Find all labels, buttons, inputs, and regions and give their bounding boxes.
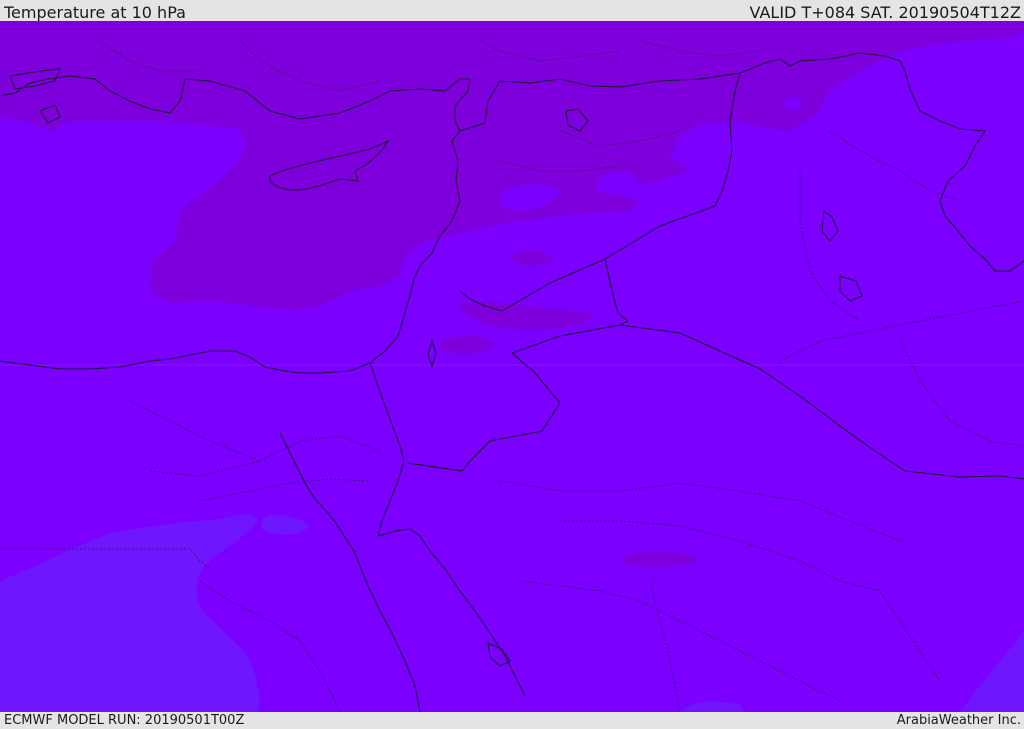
map-title: Temperature at 10 hPa xyxy=(4,3,186,22)
header-bar: Temperature at 10 hPa VALID T+084 SAT. 2… xyxy=(0,0,1024,21)
footer-bar: ECMWF MODEL RUN: 20190501T00Z ArabiaWeat… xyxy=(0,712,1024,729)
credit-label: ArabiaWeather Inc. xyxy=(896,713,1021,728)
valid-time: VALID T+084 SAT. 20190504T12Z xyxy=(749,3,1021,22)
model-run-label: ECMWF MODEL RUN: 20190501T00Z xyxy=(4,713,245,728)
temperature-map xyxy=(0,21,1024,712)
